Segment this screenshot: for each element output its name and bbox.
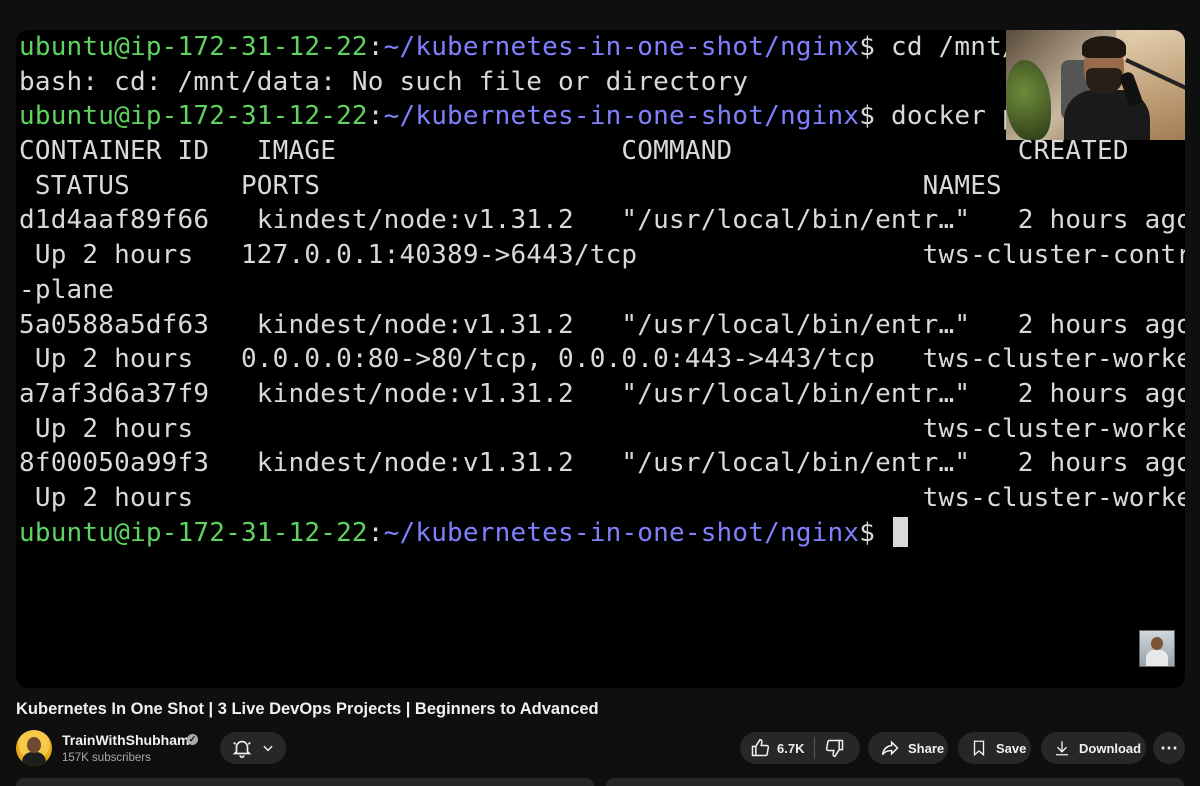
output-text: -plane bbox=[19, 274, 115, 305]
terminal-line: Up 2 hours tws-cluster-worker bbox=[19, 481, 1185, 516]
subscription-bell-button[interactable] bbox=[220, 732, 286, 764]
download-label: Download bbox=[1079, 740, 1142, 756]
output-text: Up 2 hours 127.0.0.1:40389->6443/tcp tws… bbox=[19, 240, 1185, 271]
output-text: d1d4aaf89f66 kindest/node:v1.31.2 "/usr/… bbox=[19, 205, 1185, 236]
prompt-separator: : bbox=[367, 32, 384, 62]
bookmark-icon bbox=[973, 740, 985, 757]
output-text: 5a0588a5df63 kindest/node:v1.31.2 "/usr/… bbox=[19, 309, 1185, 340]
output-text: a7af3d6a37f9 kindest/node:v1.31.2 "/usr/… bbox=[19, 378, 1185, 409]
output-text: bash: cd: /mnt/data: No such file or dir… bbox=[19, 66, 749, 97]
prompt-path: ~/kubernetes-in-one-shot/nginx bbox=[383, 517, 860, 548]
video-title: Kubernetes In One Shot | 3 Live DevOps P… bbox=[16, 700, 599, 718]
terminal-line: STATUS PORTS NAMES bbox=[19, 169, 1185, 204]
command-text bbox=[875, 518, 891, 548]
prompt-dollar: $ bbox=[859, 32, 876, 62]
bell-icon bbox=[232, 740, 252, 758]
webcam-overlay bbox=[1006, 30, 1185, 140]
save-label: Save bbox=[996, 740, 1027, 756]
output-text: 8f00050a99f3 kindest/node:v1.31.2 "/usr/… bbox=[19, 448, 1185, 479]
save-button[interactable]: Save bbox=[958, 732, 1031, 764]
prompt-user: ubuntu@ip-172-31-12-22 bbox=[19, 32, 368, 62]
output-text: STATUS PORTS NAMES bbox=[19, 170, 1002, 201]
thumbs-up-icon bbox=[751, 738, 770, 757]
terminal-line: ubuntu@ip-172-31-12-22:~/kubernetes-in-o… bbox=[19, 516, 1185, 551]
thumbs-down-icon[interactable] bbox=[825, 738, 845, 758]
terminal-line: Up 2 hours 0.0.0.0:80->80/tcp, 0.0.0.0:4… bbox=[19, 342, 1185, 377]
prompt-user: ubuntu@ip-172-31-12-22 bbox=[19, 517, 368, 548]
output-text: Up 2 hours tws-cluster-worker bbox=[19, 482, 1185, 513]
terminal-line: a7af3d6a37f9 kindest/node:v1.31.2 "/usr/… bbox=[19, 377, 1185, 412]
terminal-cursor bbox=[892, 516, 908, 547]
recommendation-card-top-2 bbox=[606, 778, 1184, 786]
prompt-dollar: $ bbox=[859, 101, 876, 132]
terminal-line: 8f00050a99f3 kindest/node:v1.31.2 "/usr/… bbox=[19, 446, 1185, 481]
video-player[interactable]: ubuntu@ip-172-31-12-22:~/kubernetes-in-o… bbox=[16, 30, 1185, 688]
terminal-line: -plane bbox=[19, 273, 1185, 308]
share-arrow-icon bbox=[881, 740, 899, 756]
like-divider bbox=[814, 737, 816, 759]
like-count: 6.7K bbox=[777, 740, 805, 756]
output-text: Up 2 hours 0.0.0.0:80->80/tcp, 0.0.0.0:4… bbox=[19, 344, 1185, 375]
prompt-separator: : bbox=[367, 101, 384, 132]
verified-badge-icon: ✓ bbox=[187, 734, 198, 745]
like-button[interactable]: 6.7K bbox=[740, 732, 804, 764]
terminal-line: Up 2 hours tws-cluster-worker2 bbox=[19, 412, 1185, 447]
channel-avatar[interactable] bbox=[16, 730, 52, 766]
channel-row: TrainWithShubham ✓ 157K subscribers 6.7K… bbox=[16, 730, 1186, 770]
prompt-path: ~/kubernetes-in-one-shot/nginx bbox=[383, 101, 860, 132]
channel-watermark[interactable] bbox=[1139, 630, 1175, 667]
more-actions-button[interactable]: ⋯ bbox=[1153, 732, 1185, 764]
more-icon: ⋯ bbox=[1160, 737, 1178, 758]
recommendation-card-top bbox=[16, 778, 594, 786]
chevron-down-icon bbox=[263, 745, 273, 752]
prompt-path: ~/kubernetes-in-one-shot/nginx bbox=[383, 32, 860, 62]
prompt-user: ubuntu@ip-172-31-12-22 bbox=[19, 101, 368, 132]
output-text: Up 2 hours tws-cluster-worker2 bbox=[19, 413, 1185, 444]
prompt-separator: : bbox=[367, 517, 384, 548]
like-dislike-group: 6.7K bbox=[740, 732, 860, 764]
terminal-line: 5a0588a5df63 kindest/node:v1.31.2 "/usr/… bbox=[19, 308, 1185, 343]
top-bar bbox=[0, 0, 1200, 30]
download-icon bbox=[1056, 741, 1068, 756]
download-button[interactable]: Download bbox=[1041, 732, 1146, 764]
channel-name[interactable]: TrainWithShubham bbox=[62, 732, 189, 748]
share-button[interactable]: Share bbox=[868, 732, 948, 764]
subscriber-count: 157K subscribers bbox=[62, 752, 151, 764]
share-label: Share bbox=[908, 740, 945, 756]
terminal-line: d1d4aaf89f66 kindest/node:v1.31.2 "/usr/… bbox=[19, 203, 1185, 238]
output-text: CONTAINER ID IMAGE COMMAND CREATED bbox=[19, 136, 1129, 167]
terminal-line: Up 2 hours 127.0.0.1:40389->6443/tcp tws… bbox=[19, 238, 1185, 273]
prompt-dollar: $ bbox=[859, 517, 876, 548]
